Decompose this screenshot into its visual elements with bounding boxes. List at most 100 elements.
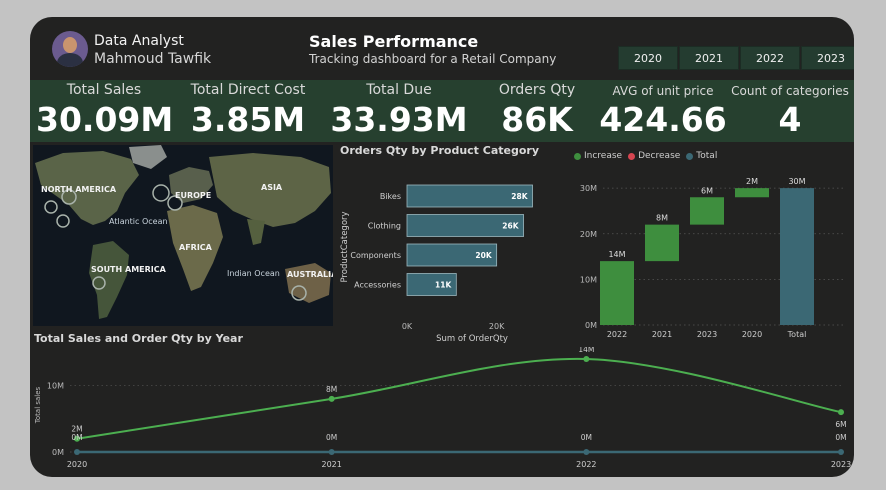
map-label-atlantic: Atlantic Ocean — [109, 217, 168, 226]
bar-x-tick-label: 0K — [402, 322, 413, 331]
line-data-label: 6M — [835, 420, 846, 429]
line-x-tick-label: 2021 — [321, 460, 341, 469]
legend-total: Total — [686, 151, 717, 161]
bar-x-axis-title: Sum of OrderQty — [436, 334, 508, 343]
kpi-label: Count of categories — [731, 84, 849, 98]
waterfall-bar — [645, 224, 679, 262]
greenland-shape — [129, 145, 167, 169]
australia-shape — [285, 263, 331, 303]
dashboard: Data Analyst Mahmoud Tawfik Sales Perfor… — [30, 17, 854, 477]
waterfall-y-tick-label: 10M — [580, 275, 597, 284]
author-name: Mahmoud Tawfik — [94, 51, 212, 67]
waterfall-x-tick-label: 2022 — [607, 330, 627, 337]
kpi-value: 30.09M — [36, 100, 174, 139]
line-point — [328, 449, 335, 455]
legend-decrease-label: Decrease — [638, 151, 681, 161]
map-label-europe: EUROPE — [175, 191, 212, 200]
world-map[interactable]: NORTH AMERICA EUROPE ASIA AFRICA SOUTH A… — [33, 145, 333, 326]
page-subtitle: Tracking dashboard for a Retail Company — [309, 52, 557, 66]
waterfall-data-label: 6M — [701, 186, 713, 195]
product-category-bar-chart: Bikes 28K Clothing 26K Components 20K Accessor… — [340, 184, 533, 343]
waterfall-data-label: 14M — [608, 250, 625, 259]
kpi-total-direct-cost: Total Direct Cost 3.85M — [178, 80, 318, 142]
page-title: Sales Performance — [309, 32, 479, 51]
legend-increase-swatch — [574, 152, 581, 160]
waterfall-y-tick-label: 30M — [580, 184, 597, 193]
waterfall-y-tick-label: 20M — [580, 230, 597, 239]
kpi-label: AVG of unit price — [612, 84, 714, 98]
bar-category-label: Accessories — [354, 281, 401, 290]
map-label-indian: Indian Ocean — [227, 269, 280, 278]
year-button-2020[interactable]: 2020 — [618, 46, 678, 70]
kpi-label: Orders Qty — [498, 82, 576, 98]
kpi-label: Total Sales — [66, 82, 142, 98]
avatar — [52, 31, 88, 67]
kpi-value: 4 — [778, 100, 802, 139]
waterfall-y-tick-label: 0M — [585, 321, 597, 330]
line-series-path — [76, 357, 842, 440]
bar-category-label: Components — [350, 251, 401, 260]
legend-decrease-swatch — [628, 152, 636, 160]
waterfall-legend: Increase Decrease Total — [574, 151, 723, 161]
waterfall-data-label: 30M — [788, 177, 805, 186]
map-label-africa: AFRICA — [179, 243, 212, 252]
author-role: Data Analyst — [94, 33, 184, 49]
kpi-value: 3.85M — [190, 100, 306, 139]
kpi-band: Total Sales 30.09M Total Direct Cost 3.8… — [30, 80, 854, 142]
kpi-value: 424.66 — [599, 100, 727, 139]
bubble-east-coast — [56, 214, 70, 228]
bar-category-label: Bikes — [380, 192, 401, 201]
line-x-tick-label: 2022 — [576, 460, 596, 469]
line-y-tick-label: 10M — [47, 382, 64, 391]
bubble-west-coast — [44, 200, 58, 214]
bar-data-label: 11K — [435, 281, 452, 290]
legend-increase: Increase — [574, 151, 622, 161]
map-label-asia: ASIA — [261, 183, 283, 192]
south-america-shape — [89, 241, 129, 319]
year-button-2021[interactable]: 2021 — [679, 46, 739, 70]
kpi-total-due: Total Due 33.93M — [328, 80, 470, 142]
waterfall-bar — [600, 261, 634, 325]
bar-data-label: 20K — [475, 251, 492, 260]
legend-increase-label: Increase — [584, 151, 623, 161]
map-label-north-america: NORTH AMERICA — [41, 185, 117, 194]
map-canvas — [35, 145, 331, 319]
kpi-total-sales: Total Sales 30.09M — [36, 80, 174, 142]
india-shape — [247, 219, 265, 245]
line-y-axis-title: Total sales — [34, 386, 42, 424]
waterfall-data-label: 8M — [656, 214, 668, 223]
waterfall-x-tick-label: Total — [787, 330, 807, 337]
bar-data-label: 28K — [511, 192, 528, 201]
line-chart-title: Total Sales and Order Qty by Year — [34, 332, 243, 345]
waterfall-bar — [690, 197, 724, 225]
waterfall-bar — [780, 188, 814, 325]
line-data-label: 0M — [835, 433, 846, 442]
kpi-orders-qty: Orders Qty 86K — [480, 80, 594, 142]
line-point — [328, 395, 335, 402]
line-data-label: 0M — [581, 433, 592, 442]
waterfall-x-tick-label: 2020 — [742, 330, 762, 337]
line-data-label: 14M — [578, 347, 594, 354]
kpi-label: Total Direct Cost — [190, 82, 306, 98]
line-y-tick-label: 0M — [52, 448, 64, 457]
legend-decrease: Decrease — [628, 151, 680, 161]
year-button-2023[interactable]: 2023 — [801, 46, 854, 70]
line-point — [583, 449, 590, 455]
line-point — [583, 356, 590, 362]
waterfall-x-tick-label: 2023 — [697, 330, 717, 337]
bar-category-label: Clothing — [368, 222, 401, 231]
bar-x-tick-label: 20K — [489, 322, 505, 331]
line-x-tick-label: 2020 — [67, 460, 87, 469]
waterfall-bar — [735, 188, 769, 198]
year-slicer: 2020 2021 2022 2023 — [618, 46, 854, 70]
legend-total-swatch — [686, 152, 694, 160]
year-button-2022[interactable]: 2022 — [740, 46, 800, 70]
waterfall-data-label: 2M — [746, 177, 758, 186]
line-data-label: 8M — [326, 385, 337, 394]
legend-total-label: Total — [696, 151, 718, 161]
kpi-count-categories: Count of categories 4 — [730, 80, 850, 142]
kpi-avg-unit-price: AVG of unit price 424.66 — [598, 80, 728, 142]
sales-by-year-line-chart: 0M10MTotal sales2020 2021 2022 20232M8M14M6… — [34, 347, 851, 469]
avatar-face — [63, 37, 77, 53]
kpi-value: 33.93M — [330, 100, 468, 139]
